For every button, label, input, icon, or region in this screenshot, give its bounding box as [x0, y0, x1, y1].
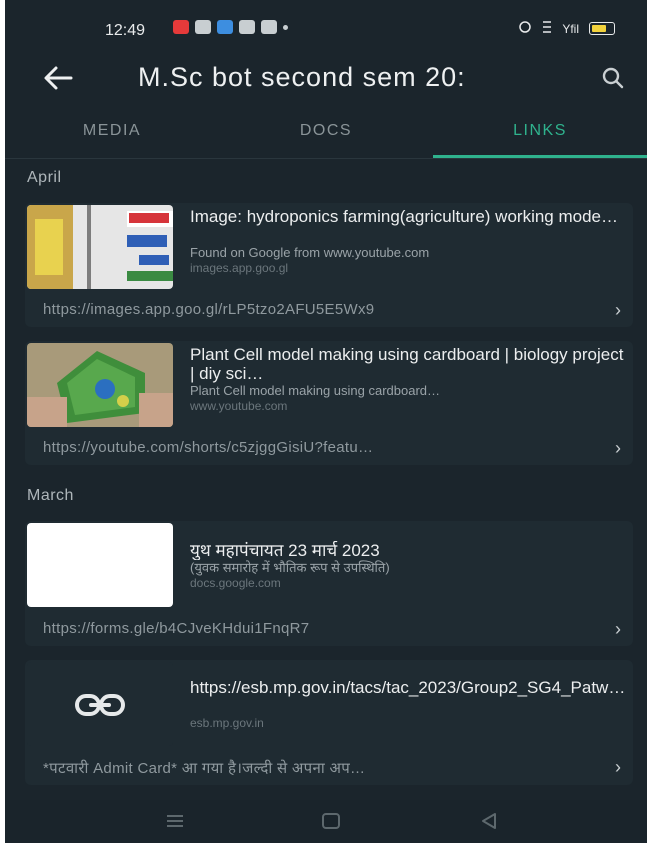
- status-time: 12:49: [105, 22, 146, 39]
- link-title: युथ महापंचायत 23 मार्च 2023: [190, 541, 380, 560]
- link-title: https://esb.mp.gov.in/tacs/tac_2023/Grou…: [190, 678, 630, 697]
- link-card-hydroponics[interactable]: Image: hydroponics farming(agriculture) …: [25, 203, 633, 327]
- status-bar: 12:49 Yfil: [5, 0, 647, 60]
- menu-icon[interactable]: [165, 812, 185, 830]
- link-title: Image: hydroponics farming(agriculture) …: [190, 207, 619, 226]
- link-url-row[interactable]: https://youtube.com/shorts/c5zjggGisiU?f…: [25, 433, 633, 463]
- link-info: युथ महापंचायत 23 मार्च 2023 (युवक समारोह…: [190, 525, 630, 590]
- app-notification-icon: [217, 20, 233, 34]
- chevron-right-icon[interactable]: ›: [615, 438, 621, 459]
- app-header: M.Sc bot second sem 20:: [5, 52, 647, 106]
- download-notification-icon: [195, 20, 211, 34]
- link-icon: [75, 692, 125, 723]
- link-url[interactable]: https://youtube.com/shorts/c5zjggGisiU?f…: [43, 439, 583, 456]
- back-nav-icon[interactable]: [479, 812, 499, 830]
- link-subtitle: (युवक समारोह में भौतिक रूप से उपस्थिति): [190, 560, 390, 575]
- link-domain: docs.google.com: [190, 576, 281, 590]
- chevron-right-icon[interactable]: ›: [615, 757, 621, 778]
- link-title: Plant Cell model making using cardboard …: [190, 345, 624, 383]
- link-card-google-form[interactable]: युथ महापंचायत 23 मार्च 2023 (युवक समारोह…: [25, 521, 633, 646]
- link-domain: esb.mp.gov.in: [190, 716, 264, 730]
- link-thumbnail: [27, 523, 173, 607]
- link-card-esb[interactable]: https://esb.mp.gov.in/tacs/tac_2023/Grou…: [25, 660, 633, 785]
- gallery-notification-icon: [261, 20, 277, 34]
- phone-screen: 12:49 Yfil M.Sc bot second sem 20: MEDIA…: [5, 0, 647, 843]
- tab-docs[interactable]: DOCS: [219, 112, 433, 158]
- notification-icons: [173, 20, 288, 34]
- link-thumbnail: [27, 205, 173, 289]
- link-thumbnail: [27, 343, 173, 427]
- whatsapp-notification-icon: [239, 20, 255, 34]
- youtube-notification-icon: [173, 20, 189, 34]
- link-subtitle: Found on Google from www.youtube.com: [190, 245, 430, 260]
- section-label-march: March: [27, 487, 74, 504]
- section-label-april: April: [27, 169, 62, 186]
- link-url-row[interactable]: https://forms.gle/b4CJveKHdui1FnqR7 ›: [25, 614, 633, 644]
- alarm-icon: [518, 20, 532, 37]
- home-icon[interactable]: [321, 812, 341, 830]
- system-icons: Yfil: [518, 20, 615, 37]
- back-arrow-icon[interactable]: [41, 64, 75, 92]
- page-title: M.Sc bot second sem 20:: [138, 62, 466, 92]
- system-nav-bar: [5, 800, 647, 843]
- link-thumbnail: [27, 662, 173, 746]
- tab-media[interactable]: MEDIA: [5, 112, 219, 158]
- chevron-right-icon[interactable]: ›: [615, 300, 621, 321]
- link-url-row[interactable]: *पटवारी Admit Card* आ गया है।जल्दी से अप…: [25, 752, 633, 782]
- link-domain: images.app.goo.gl: [190, 261, 289, 275]
- link-message-text[interactable]: *पटवारी Admit Card* आ गया है।जल्दी से अप…: [43, 758, 583, 778]
- link-domain: www.youtube.com: [190, 399, 288, 413]
- tabs-divider: [5, 158, 647, 159]
- data-speed-icon: [542, 20, 552, 37]
- media-tabs: MEDIA DOCS LINKS: [5, 112, 647, 158]
- link-url[interactable]: https://forms.gle/b4CJveKHdui1FnqR7: [43, 620, 583, 637]
- tab-links[interactable]: LINKS: [433, 112, 647, 158]
- signal-label: Yfil: [562, 21, 579, 36]
- search-icon[interactable]: [601, 66, 625, 90]
- link-url[interactable]: https://images.app.goo.gl/rLP5tzo2AFU5E5…: [43, 301, 583, 318]
- chevron-right-icon[interactable]: ›: [615, 619, 621, 640]
- link-subtitle: Plant Cell model making using cardboard…: [190, 383, 441, 398]
- link-url-row[interactable]: https://images.app.goo.gl/rLP5tzo2AFU5E5…: [25, 295, 633, 325]
- more-notifications-icon: [283, 24, 288, 30]
- link-info: Image: hydroponics farming(agriculture) …: [190, 207, 630, 275]
- link-card-plant-cell[interactable]: Plant Cell model making using cardboard …: [25, 341, 633, 465]
- link-info: https://esb.mp.gov.in/tacs/tac_2023/Grou…: [190, 664, 630, 730]
- battery-icon: [589, 22, 615, 35]
- link-info: Plant Cell model making using cardboard …: [190, 345, 630, 413]
